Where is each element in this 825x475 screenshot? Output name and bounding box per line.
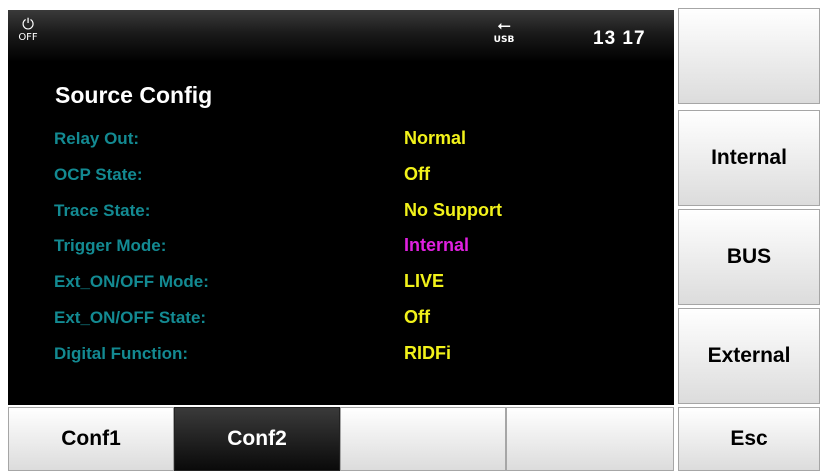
setting-label: Trigger Mode: [54, 236, 167, 255]
setting-row-trace-state: Trace State: No Support [8, 195, 674, 229]
setting-label: Relay Out: [54, 129, 140, 148]
setting-label: Trace State: [54, 201, 151, 220]
softkey-external[interactable]: External [678, 308, 820, 404]
setting-label: OCP State: [54, 165, 143, 184]
power-off-icon: ⏻ OFF [15, 16, 41, 54]
setting-value: RIDFi [404, 343, 451, 363]
setting-row-digital-function: Digital Function: RIDFi [8, 338, 674, 372]
setting-label: Ext_ON/OFF State: [54, 308, 207, 327]
setting-value: Internal [404, 235, 470, 255]
setting-row-relay-out: Relay Out: Normal [8, 123, 674, 157]
page-title: Source Config [55, 82, 213, 108]
setting-label: Ext_ON/OFF Mode: [54, 272, 209, 291]
softkey-1[interactable] [678, 8, 820, 104]
instrument-screen: ⏻ OFF ⭠ USB 13 17 Source Config Relay Ou… [8, 10, 674, 405]
setting-row-ext-on-off-mode: Ext_ON/OFF Mode: LIVE [8, 266, 674, 300]
bottom-key-3[interactable] [340, 407, 506, 471]
setting-row-ext-on-off-state: Ext_ON/OFF State: Off [8, 302, 674, 336]
usb-icon: ⭠ USB [489, 18, 519, 54]
setting-value: Off [404, 164, 430, 184]
setting-value: No Support [404, 200, 502, 220]
usb-label: USB [493, 35, 515, 45]
bottom-key-conf1[interactable]: Conf1 [8, 407, 174, 471]
bottom-key-conf2[interactable]: Conf2 [174, 407, 340, 471]
power-label: OFF [18, 32, 38, 43]
setting-row-trigger-mode: Trigger Mode: Internal [8, 230, 674, 264]
setting-value: Normal [404, 128, 467, 148]
setting-row-ocp-state: OCP State: Off [8, 159, 674, 193]
softkey-bus[interactable]: BUS [678, 209, 820, 305]
clock: 13 17 [593, 28, 646, 49]
setting-value: LIVE [404, 271, 445, 291]
status-bar: ⏻ OFF ⭠ USB 13 17 [8, 10, 674, 62]
softkey-internal[interactable]: Internal [678, 110, 820, 206]
bottom-key-4[interactable] [506, 407, 674, 471]
setting-label: Digital Function: [54, 344, 189, 363]
esc-button[interactable]: Esc [678, 407, 820, 471]
setting-value: Off [404, 307, 430, 327]
